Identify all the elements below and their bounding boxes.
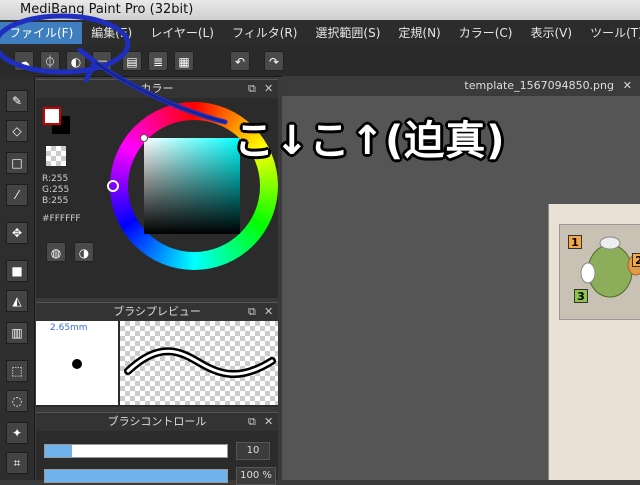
hue-picker-handle[interactable] <box>107 180 119 192</box>
menu-edit[interactable]: 編集(E) <box>82 22 141 44</box>
main-toolbar: ☁ ⏀ ◐ ▭ ▤ ≣ ▦ ↶ ↷ <box>0 46 640 77</box>
document-tab-name: template_1567094850.png <box>464 79 614 92</box>
lasso-icon[interactable]: ◌ <box>6 390 28 412</box>
stroke-curve <box>124 347 276 378</box>
color-history-icon[interactable]: ◑ <box>74 242 94 262</box>
rectangle-icon[interactable]: □ <box>6 152 28 174</box>
rgb-red: R:255 <box>42 174 69 184</box>
menu-view[interactable]: 表示(V) <box>521 22 581 44</box>
brush-size-slider[interactable] <box>44 444 228 458</box>
menu-selection[interactable]: 選択範囲(S) <box>306 22 389 44</box>
sv-picker-handle[interactable] <box>140 134 148 142</box>
fill-rect-icon[interactable]: ■ <box>6 260 28 282</box>
dot-brush-icon[interactable]: ⁄ <box>6 184 28 206</box>
brush-tip-dot <box>72 359 82 369</box>
gradient-icon[interactable]: ▥ <box>6 322 28 344</box>
popout-icon[interactable]: ⧉ <box>248 303 256 321</box>
brush-control-panel: 10 100 % <box>36 431 278 485</box>
brush-opacity-slider[interactable] <box>44 469 228 483</box>
popout-icon[interactable]: ⧉ <box>248 80 256 98</box>
thumbnail-label: 2 <box>632 253 640 267</box>
menu-ruler[interactable]: 定規(N) <box>389 22 449 44</box>
document-canvas[interactable]: 1 2 3 <box>548 204 640 480</box>
close-icon[interactable]: ✕ <box>264 80 273 98</box>
close-icon[interactable]: ✕ <box>264 413 273 431</box>
brush-size-fill <box>45 445 73 457</box>
eraser-icon[interactable]: ◇ <box>6 120 28 142</box>
saturation-value-square[interactable] <box>144 138 240 234</box>
brush-control-title: ブラシコントロール <box>107 415 207 428</box>
menu-layer[interactable]: レイヤー(L) <box>141 22 223 44</box>
hex-value: #FFFFFF <box>42 214 81 224</box>
menu-color[interactable]: カラー(C) <box>450 22 522 44</box>
window-title: MediBang Paint Pro (32bit) <box>0 0 640 20</box>
brush-opacity-fill <box>45 470 227 482</box>
rotate-icon[interactable]: ◐ <box>66 51 86 71</box>
bucket-icon[interactable]: ◭ <box>6 290 28 312</box>
transparent-swatch[interactable] <box>46 146 66 166</box>
tool-box: ✎ ◇ □ ⁄ ✥ ■ ◭ ▥ ⬚ ◌ ✦ ⌗ <box>0 76 35 480</box>
menu-file[interactable]: ファイル(F) <box>0 22 83 44</box>
stroke-preview <box>120 321 278 405</box>
undo-icon[interactable]: ↶ <box>230 51 250 71</box>
select-pen-icon[interactable]: ⌗ <box>6 452 28 474</box>
window-icon[interactable]: ▭ <box>92 51 112 71</box>
color-panel-title: カラー <box>140 82 174 95</box>
move-icon[interactable]: ✥ <box>6 222 28 244</box>
brush-opacity-value[interactable]: 100 % <box>236 467 276 485</box>
brush-preview-panel: 2.65mm <box>36 321 278 407</box>
menu-filter[interactable]: フィルタ(R) <box>223 22 306 44</box>
thumbnail-label: 1 <box>568 235 582 249</box>
brush-tip-preview: 2.65mm <box>36 321 118 405</box>
foreground-color-swatch[interactable] <box>43 107 61 125</box>
popout-icon[interactable]: ⧉ <box>248 413 256 431</box>
rgb-green: G:255 <box>42 185 70 195</box>
brush-size-value[interactable]: 10 <box>236 442 270 460</box>
grid-icon[interactable]: ▦ <box>174 51 194 71</box>
menu-bar: ファイル(F) 編集(E) レイヤー(L) フィルタ(R) 選択範囲(S) 定規… <box>0 20 640 46</box>
overlay-caption: こ↓こ↑(迫真) <box>234 118 506 164</box>
palette-icon[interactable]: ◍ <box>46 242 66 262</box>
menu-tool[interactable]: ツール(T) <box>581 22 640 44</box>
close-icon[interactable]: ✕ <box>264 303 273 321</box>
redo-icon[interactable]: ↷ <box>264 51 284 71</box>
page-icon[interactable]: ▤ <box>122 51 142 71</box>
brush-size-label: 2.65mm <box>50 323 88 333</box>
select-rect-icon[interactable]: ⬚ <box>6 360 28 382</box>
close-icon[interactable]: ✕ <box>623 76 632 96</box>
document-tab[interactable]: template_1567094850.png ✕ <box>282 76 640 96</box>
color-panel-header: カラー ⧉ ✕ <box>36 79 278 98</box>
rgb-blue: B:255 <box>42 196 69 206</box>
brush-icon[interactable]: ✎ <box>6 90 28 112</box>
list-icon[interactable]: ≣ <box>148 51 168 71</box>
magic-wand-icon[interactable]: ✦ <box>6 422 28 444</box>
cloud-icon[interactable]: ☁ <box>14 51 34 71</box>
brush-preview-header: ブラシプレビュー ⧉ ✕ <box>36 302 278 321</box>
thumbnail-frame: 1 2 3 <box>559 224 640 320</box>
mirror-icon[interactable]: ⏀ <box>40 51 60 71</box>
brush-preview-title: ブラシプレビュー <box>113 305 201 318</box>
brush-control-header: ブラシコントロール ⧉ ✕ <box>36 412 278 431</box>
thumbnail-label: 3 <box>574 289 588 303</box>
